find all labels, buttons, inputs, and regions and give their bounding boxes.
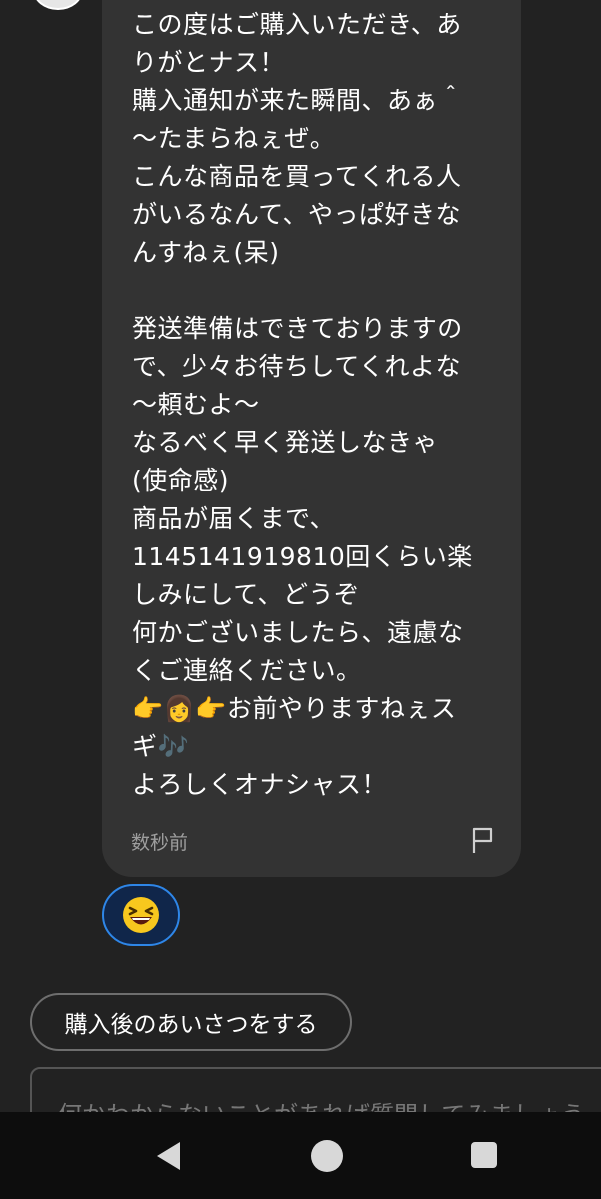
message-line <box>132 272 512 310</box>
message-line: くご連絡ください。 <box>132 656 362 685</box>
back-icon[interactable] <box>154 1140 182 1172</box>
message-text: この度はご購入いただき、あ りがとナス！ 購入通知が来た瞬間、あぁ＾ 〜たまらね… <box>132 6 512 804</box>
message-line: がいるなんて、やっぱ好きな <box>132 200 462 229</box>
sender-avatar[interactable] <box>33 0 83 10</box>
flag-icon <box>472 827 493 853</box>
report-flag-button[interactable] <box>470 826 496 854</box>
message-line: で、少々お待ちしてくれよな <box>132 352 462 381</box>
message-line: 1145141919810回くらい楽 <box>132 542 473 571</box>
system-navigation-bar <box>0 1112 601 1199</box>
message-line: こんな商品を買ってくれる人 <box>132 162 462 191</box>
reaction-button[interactable] <box>102 884 180 946</box>
message-line: 〜頼むよ〜 <box>132 390 260 419</box>
home-icon[interactable] <box>311 1140 343 1172</box>
message-line: 発送準備はできておりますの <box>132 314 463 343</box>
message-line: 商品が届くまで、 <box>132 504 336 533</box>
message-line: なるべく早く発送しなきゃ <box>132 428 439 457</box>
message-line: 〜たまらねぇぜ。 <box>132 124 336 153</box>
post-purchase-greeting-button[interactable]: 購入後のあいさつをする <box>30 993 352 1051</box>
message-line: 何かございましたら、遠慮な <box>132 618 464 647</box>
message-timestamp: 数秒前 <box>131 832 189 854</box>
message-line: しみにして、どうぞ <box>132 580 360 609</box>
recents-icon[interactable] <box>471 1142 497 1168</box>
message-line: この度はご購入いただき、あ <box>132 10 462 39</box>
message-line: ギ🎶 <box>132 732 190 761</box>
message-line: (使命感) <box>132 466 230 495</box>
message-line: んすねぇ(呆) <box>132 238 280 267</box>
message-line: 購入通知が来た瞬間、あぁ＾ <box>132 86 464 115</box>
laughing-face-icon <box>123 897 159 933</box>
message-line: よろしくオナシャス！ <box>132 770 388 799</box>
message-line: 👉👩👉お前やりますねぇス <box>132 694 457 723</box>
message-line: りがとナス！ <box>132 48 286 77</box>
